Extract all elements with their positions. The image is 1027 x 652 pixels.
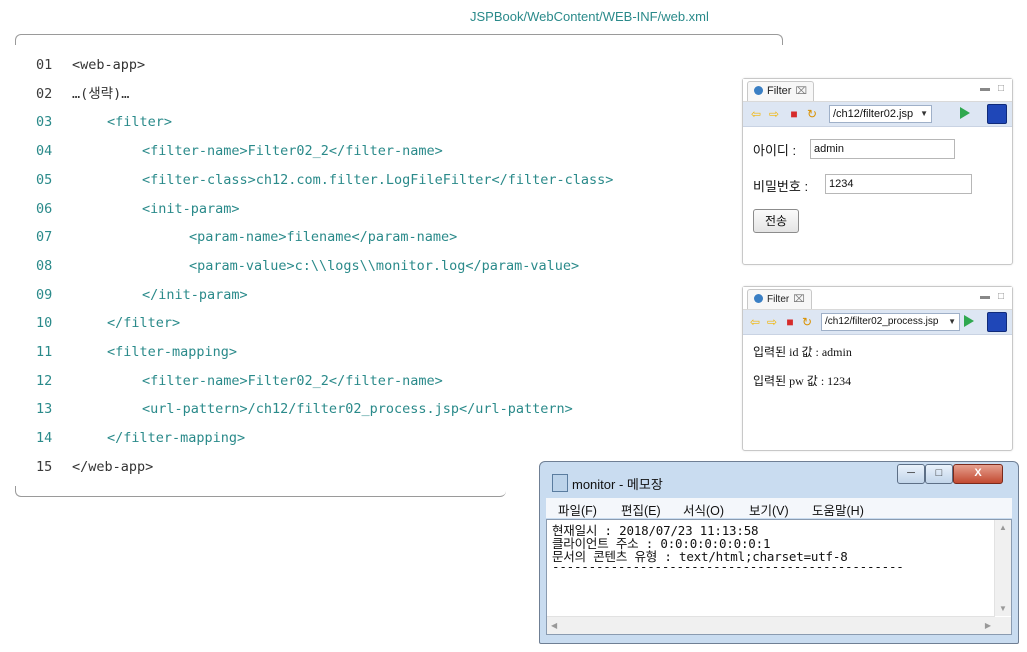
open-external-icon[interactable] xyxy=(987,312,1007,332)
code-text: </filter-mapping> xyxy=(107,430,246,446)
forward-arrow-icon[interactable]: ⇨ xyxy=(765,315,779,329)
back-arrow-icon[interactable]: ⇦ xyxy=(749,107,763,121)
maximize-icon[interactable]: □ xyxy=(998,291,1004,302)
code-box-top-border xyxy=(15,34,783,45)
forward-arrow-icon[interactable]: ⇨ xyxy=(767,107,781,121)
minimize-icon[interactable]: ▬ xyxy=(980,291,990,302)
menu-format[interactable]: 서식(O) xyxy=(683,500,724,519)
menu-help[interactable]: 도움말(H) xyxy=(812,500,864,519)
menu-bar: 파일(F) 편집(E) 서식(O) 보기(V) 도움말(H) xyxy=(546,498,1012,518)
id-label: 아이디 : xyxy=(753,143,797,158)
line-number: 14 xyxy=(36,430,53,446)
stop-icon[interactable]: ■ xyxy=(787,107,801,121)
line-number: 10 xyxy=(36,315,53,331)
text-area[interactable]: 현재일시 : 2018/07/23 11:13:58 클라이언트 주소 : 0:… xyxy=(546,519,1012,635)
url-input[interactable]: /ch12/filter02.jsp ▼ xyxy=(829,105,932,123)
globe-icon xyxy=(754,294,763,303)
notepad-window: monitor - 메모장 ─ □ X 파일(F) 편집(E) 서식(O) 보기… xyxy=(539,461,1019,644)
result-id: 입력된 id 값 : admin xyxy=(753,345,852,359)
line-number: 06 xyxy=(36,201,53,217)
line-number: 11 xyxy=(36,344,53,360)
submit-button[interactable]: 전송 xyxy=(753,209,799,233)
code-text: <filter-name>Filter02_2</filter-name> xyxy=(142,143,443,159)
code-text: <filter-class>ch12.com.filter.LogFileFil… xyxy=(142,172,614,188)
notepad-icon xyxy=(552,474,568,492)
code-text: <web-app> xyxy=(72,57,146,73)
globe-icon xyxy=(754,86,763,95)
url-input[interactable]: /ch12/filter02_process.jsp ▼ xyxy=(821,313,960,331)
code-text: <param-value>c:\\logs\\monitor.log</para… xyxy=(189,258,580,274)
code-text: <url-pattern>/ch12/filter02_process.jsp<… xyxy=(142,401,573,417)
line-number: 12 xyxy=(36,373,53,389)
code-text: <filter> xyxy=(107,114,173,130)
line-number: 04 xyxy=(36,143,53,159)
scroll-down-icon[interactable]: ▼ xyxy=(999,604,1007,613)
url-text: /ch12/filter02_process.jsp xyxy=(825,316,939,327)
menu-view[interactable]: 보기(V) xyxy=(749,500,789,519)
scroll-right-icon[interactable]: ▶ xyxy=(985,621,991,630)
password-label: 비밀번호 : xyxy=(753,179,809,194)
scroll-left-icon[interactable]: ◀ xyxy=(551,621,557,630)
tab-filter[interactable]: Filter ⌧ xyxy=(747,81,814,101)
line-number: 13 xyxy=(36,401,53,417)
chevron-down-icon[interactable]: ▼ xyxy=(948,314,956,330)
line-number: 09 xyxy=(36,287,53,303)
resize-grip[interactable] xyxy=(995,617,1011,634)
line-number: 15 xyxy=(36,459,53,475)
url-text: /ch12/filter02.jsp xyxy=(833,108,914,120)
horizontal-scrollbar[interactable]: ◀ ▶ xyxy=(547,616,995,634)
code-text: </init-param> xyxy=(142,287,248,303)
line-number: 01 xyxy=(36,57,53,73)
menu-edit[interactable]: 편집(E) xyxy=(621,500,661,519)
tab-filter[interactable]: Filter ⌧ xyxy=(747,289,812,309)
tab-bar: Filter ⌧ ▬ □ xyxy=(743,79,1012,102)
tab-label: Filter xyxy=(767,294,790,305)
tab-label: Filter xyxy=(767,85,792,97)
menu-file[interactable]: 파일(F) xyxy=(558,500,597,519)
log-line: ----------------------------------------… xyxy=(552,559,904,574)
vertical-scrollbar[interactable]: ▲ ▼ xyxy=(994,520,1011,616)
scroll-up-icon[interactable]: ▲ xyxy=(999,523,1007,532)
code-text: </filter> xyxy=(107,315,181,331)
chevron-down-icon[interactable]: ▼ xyxy=(920,106,928,122)
line-number: 08 xyxy=(36,258,53,274)
go-icon[interactable] xyxy=(960,107,970,119)
code-text: <param-name>filename</param-name> xyxy=(189,229,458,245)
browser-toolbar: ⇦ ⇨ ■ ↻ /ch12/filter02_process.jsp ▼ xyxy=(743,310,1012,335)
file-path-title: JSPBook/WebContent/WEB-INF/web.xml xyxy=(470,9,709,24)
refresh-icon[interactable]: ↻ xyxy=(800,315,814,329)
browser-panel-result: Filter ⌧ ▬ □ ⇦ ⇨ ■ ↻ /ch12/filter02_proce… xyxy=(742,286,1013,451)
minimize-button[interactable]: ─ xyxy=(897,464,925,484)
code-text: <filter-mapping> xyxy=(107,344,238,360)
result-pw: 입력된 pw 값 : 1234 xyxy=(753,374,852,388)
close-tab-icon[interactable]: ⌧ xyxy=(795,86,807,97)
maximize-icon[interactable]: □ xyxy=(998,83,1004,94)
close-tab-icon[interactable]: ⌧ xyxy=(793,294,805,305)
browser-panel-form: Filter ⌧ ▬ □ ⇦ ⇨ ■ ↻ /ch12/filter02.jsp ▼… xyxy=(742,78,1013,265)
browser-toolbar: ⇦ ⇨ ■ ↻ /ch12/filter02.jsp ▼ xyxy=(743,102,1012,127)
tab-bar: Filter ⌧ ▬ □ xyxy=(743,287,1012,310)
close-button[interactable]: X xyxy=(953,464,1003,484)
line-number: 03 xyxy=(36,114,53,130)
code-text: <filter-name>Filter02_2</filter-name> xyxy=(142,373,443,389)
refresh-icon[interactable]: ↻ xyxy=(805,107,819,121)
window-title: monitor - 메모장 xyxy=(572,477,663,492)
line-number: 07 xyxy=(36,229,53,245)
minimize-icon[interactable]: ▬ xyxy=(980,83,990,94)
line-number: 02 xyxy=(36,86,53,102)
stop-icon[interactable]: ■ xyxy=(783,315,797,329)
back-arrow-icon[interactable]: ⇦ xyxy=(748,315,762,329)
line-number: 05 xyxy=(36,172,53,188)
open-external-icon[interactable] xyxy=(987,104,1007,124)
code-text: <init-param> xyxy=(142,201,240,217)
code-text: </web-app> xyxy=(72,459,154,475)
id-input[interactable]: admin xyxy=(810,139,955,159)
go-icon[interactable] xyxy=(964,315,974,327)
code-box-bottom-border xyxy=(15,486,506,497)
maximize-button[interactable]: □ xyxy=(925,464,953,484)
password-input[interactable]: 1234 xyxy=(825,174,972,194)
code-text: …(생략)… xyxy=(72,86,130,102)
